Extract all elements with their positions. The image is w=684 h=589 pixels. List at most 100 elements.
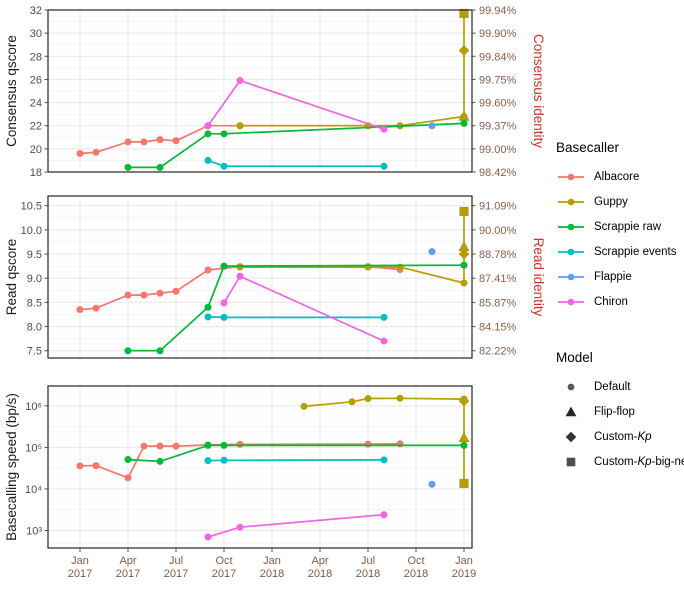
ytick-label-right: 99.94%	[479, 5, 517, 17]
legend-item[interactable]: Guppy	[556, 189, 684, 214]
ytick-label-right: 99.60%	[479, 98, 517, 110]
ytick-label: 10⁵	[25, 442, 42, 454]
data-point	[396, 394, 404, 402]
ytick-label: 24	[30, 98, 42, 110]
ytick-label-right: 87.41%	[479, 273, 517, 285]
legend-basecaller: Basecaller Albacore Guppy Scrappie raw Scrap…	[556, 140, 684, 314]
data-point	[204, 122, 212, 130]
data-point	[380, 456, 388, 464]
data-point	[428, 122, 436, 130]
data-point	[348, 398, 356, 406]
ytick-label: 30	[30, 28, 42, 40]
data-point	[236, 440, 244, 448]
data-point	[92, 148, 100, 156]
legend-item[interactable]: Flappie	[556, 264, 684, 289]
data-point	[364, 395, 372, 403]
y-axis-title-right: Read identity	[531, 238, 546, 317]
data-point	[220, 262, 228, 270]
xtick-label-month: Jul	[361, 555, 375, 567]
ytick-label-right: 99.00%	[479, 144, 517, 156]
ytick-label: 10⁶	[25, 401, 42, 413]
data-point	[220, 313, 228, 321]
legend-item[interactable]: Chiron	[556, 289, 684, 314]
data-point	[124, 138, 132, 146]
legend-model: Model Default Flip-flop Custom-Kp Custom-Kp-…	[556, 350, 684, 474]
data-point	[204, 313, 212, 321]
data-point	[380, 125, 388, 133]
legend-title: Model	[556, 350, 593, 365]
xtick-label-year: 2018	[260, 568, 284, 580]
data-point	[76, 306, 84, 314]
legend-key-icon	[556, 268, 586, 286]
data-point	[204, 266, 212, 274]
legend-item[interactable]: Custom-Kp-big-net	[556, 449, 684, 474]
data-point	[220, 441, 228, 449]
data-point	[172, 137, 180, 145]
ytick-label-right: 82.22%	[479, 346, 517, 358]
series-line	[207, 459, 385, 462]
ytick-label-right: 90.00%	[479, 225, 517, 237]
data-point	[140, 138, 148, 146]
series-flappie	[428, 248, 436, 256]
data-point	[204, 533, 212, 541]
data-point	[220, 456, 228, 464]
panel-speed: 10³ 10⁴ 10⁵ 10⁶ Basecalling speed (bp/s)	[4, 385, 473, 549]
ytick-label-right: 84.15%	[479, 322, 517, 334]
legend-item[interactable]: Scrappie events	[556, 239, 684, 264]
data-point	[364, 440, 372, 448]
data-point	[140, 442, 148, 450]
data-point	[459, 478, 469, 489]
y-axis-title: Read qscore	[4, 239, 19, 316]
legend-item[interactable]: Scrappie raw	[556, 214, 684, 239]
data-point	[204, 303, 212, 311]
legend-key-icon	[556, 168, 586, 186]
ytick-label-right: 98.42%	[479, 167, 517, 179]
data-point	[428, 480, 436, 488]
xtick-label-year: 2018	[356, 568, 380, 580]
data-point	[140, 291, 148, 299]
data-point	[236, 122, 244, 130]
ytick-label: 8.5	[27, 297, 42, 309]
legend-key-icon	[556, 193, 586, 211]
data-point	[76, 149, 84, 157]
chart-figure: 18 20 22 24 26 28 30 32 98.42% 99.00% 99.37% 99.60%…	[0, 0, 684, 589]
ytick-label: 18	[30, 167, 42, 179]
data-point	[172, 287, 180, 295]
legend-item[interactable]: Albacore	[556, 164, 684, 189]
ytick-label-right: 99.75%	[479, 74, 517, 86]
data-point	[220, 162, 228, 170]
data-point	[428, 248, 436, 256]
legend-key-icon	[556, 403, 586, 421]
legend-item[interactable]: Default	[556, 374, 684, 399]
ytick-label: 28	[30, 51, 42, 63]
data-point	[380, 337, 388, 345]
ytick-label: 10⁴	[25, 484, 42, 496]
legend-item-label: Scrappie events	[594, 245, 677, 258]
legend-item-label: Albacore	[594, 170, 640, 183]
ytick-label-right: 99.37%	[479, 121, 517, 133]
xtick-label-year: 2019	[452, 568, 476, 580]
legend-item[interactable]: Flip-flop	[556, 399, 684, 424]
data-point	[156, 457, 164, 465]
data-point	[92, 304, 100, 312]
legend-key-icon	[556, 243, 586, 261]
xtick-label-month: Oct	[215, 555, 232, 567]
xtick-label-month: Jan	[263, 555, 281, 567]
legend-item[interactable]: Custom-Kp	[556, 424, 684, 449]
data-point	[204, 130, 212, 138]
y-axis-title-right: Consensus identity	[531, 34, 546, 148]
data-point	[460, 119, 468, 127]
data-point	[124, 474, 132, 482]
ytick-label: 10.0	[21, 225, 42, 237]
data-point	[76, 462, 84, 470]
ytick-label: 20	[30, 144, 42, 156]
legend-key-icon	[556, 453, 586, 471]
ytick-label: 7.5	[27, 346, 42, 358]
series-line	[207, 316, 385, 319]
data-point	[156, 347, 164, 355]
xtick-label-month: Jan	[455, 555, 473, 567]
data-point	[380, 313, 388, 321]
legend-item-label: Guppy	[594, 195, 628, 208]
xtick-label-year: 2017	[212, 568, 236, 580]
legend-item-label: Default	[594, 380, 631, 393]
